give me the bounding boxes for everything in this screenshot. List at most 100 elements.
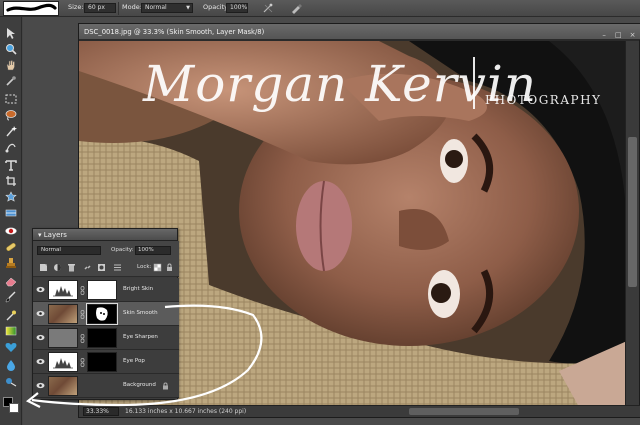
layer-name: Bright Skin xyxy=(123,286,154,292)
layer-mask-thumbnail[interactable] xyxy=(87,328,117,348)
eyedropper-tool[interactable] xyxy=(4,75,18,87)
eyedropper-icon xyxy=(6,76,16,86)
sponge-icon xyxy=(6,378,17,387)
more-options-icon[interactable] xyxy=(113,263,122,272)
layer-row[interactable]: Skin Smooth xyxy=(33,302,179,326)
layer-name: Skin Smooth xyxy=(123,310,158,316)
healing-brush-tool[interactable] xyxy=(4,241,18,253)
water-drop-icon xyxy=(7,360,15,371)
eye-visibility-icon[interactable] xyxy=(36,334,45,341)
zoom-level-field[interactable]: 33.33% xyxy=(83,407,119,416)
type-tool[interactable] xyxy=(4,159,18,171)
brush-icon xyxy=(5,291,16,303)
layer-thumbnail[interactable] xyxy=(48,304,78,324)
horizontal-scroll-thumb[interactable] xyxy=(409,408,519,415)
link-layers-icon[interactable] xyxy=(83,263,92,272)
red-eye-tool[interactable] xyxy=(4,225,18,237)
layer-mask-thumbnail[interactable] xyxy=(86,303,118,325)
layer-row[interactable]: Background xyxy=(33,374,179,398)
layer-row[interactable]: Bright Skin xyxy=(33,278,179,302)
eye-visibility-icon[interactable] xyxy=(36,310,45,317)
cookie-cutter-icon xyxy=(5,191,17,202)
mask-link-icon[interactable] xyxy=(80,358,85,367)
mask-link-icon[interactable] xyxy=(80,286,85,295)
move-arrow-icon xyxy=(7,28,15,39)
layers-panel-title: Layers xyxy=(43,231,67,239)
smart-brush-tool[interactable] xyxy=(4,309,18,321)
lock-all-icon[interactable] xyxy=(165,263,174,272)
eye-visibility-icon[interactable] xyxy=(36,286,45,293)
photoshop-elements-window: Size: 60 px Mode: Normal ▼ Opacity: 100% xyxy=(0,0,640,425)
airbrush-icon[interactable] xyxy=(262,2,274,14)
gradient-tool[interactable] xyxy=(4,325,18,337)
layer-thumbnail[interactable] xyxy=(48,328,78,348)
crop-tool[interactable] xyxy=(4,175,18,187)
layers-panel-header[interactable]: ▾ Layers xyxy=(33,229,177,241)
blend-mode-dropdown[interactable]: Normal xyxy=(37,246,101,255)
brush-tool[interactable] xyxy=(4,291,18,303)
document-title-bar[interactable]: DSC_0018.jpg @ 33.3% (Skin Smooth, Layer… xyxy=(79,24,640,40)
layer-row[interactable]: Eye Sharpen xyxy=(33,326,179,350)
magic-wand-icon xyxy=(6,126,17,137)
minimize-icon[interactable]: – xyxy=(600,31,609,40)
vertical-scroll-thumb[interactable] xyxy=(628,137,637,287)
toolbox xyxy=(0,17,22,425)
lasso-icon xyxy=(5,110,17,121)
mask-link-icon[interactable] xyxy=(80,334,85,343)
size-input[interactable]: 60 px xyxy=(84,3,116,13)
hand-tool[interactable] xyxy=(4,59,18,71)
straighten-tool[interactable] xyxy=(4,207,18,219)
close-icon[interactable]: × xyxy=(628,31,637,40)
lasso-tool[interactable] xyxy=(4,109,18,121)
opacity-input[interactable]: 100% xyxy=(226,3,248,13)
new-layer-icon[interactable] xyxy=(39,263,48,272)
levels-histogram-icon xyxy=(53,286,73,297)
blur-tool[interactable] xyxy=(4,359,18,371)
move-tool[interactable] xyxy=(4,27,18,39)
layer-name: Eye Sharpen xyxy=(123,334,158,340)
layer-mask-thumbnail[interactable] xyxy=(87,352,117,372)
add-mask-icon[interactable] xyxy=(97,263,106,272)
lock-label: Lock: xyxy=(137,264,152,270)
layers-panel: ▾ Layers Normal Opacity: 100% Lock: Brig… xyxy=(32,228,179,400)
background-color-swatch[interactable] xyxy=(9,403,19,413)
magnifier-icon xyxy=(6,44,17,55)
layer-name: Eye Pop xyxy=(123,358,145,364)
layer-thumbnail[interactable] xyxy=(48,352,78,372)
vertical-scrollbar[interactable] xyxy=(625,41,639,407)
trash-icon[interactable] xyxy=(67,263,76,272)
sponge-tool[interactable] xyxy=(4,375,18,387)
size-label: Size: xyxy=(68,3,84,11)
document-status-bar: 33.33% 16.133 inches x 10.667 inches (24… xyxy=(79,405,640,417)
zoom-tool[interactable] xyxy=(4,43,18,55)
maximize-icon[interactable]: □ xyxy=(614,31,623,40)
selection-brush-icon xyxy=(5,143,16,153)
adjustment-layer-icon[interactable] xyxy=(53,263,62,272)
magic-wand-tool[interactable] xyxy=(4,125,18,137)
tablet-options-icon[interactable] xyxy=(290,2,302,14)
smart-brush-icon xyxy=(6,310,16,321)
layers-options-bar: Normal Opacity: 100% Lock: xyxy=(33,241,179,277)
red-eye-icon xyxy=(5,227,17,235)
document-title: DSC_0018.jpg @ 33.3% (Skin Smooth, Layer… xyxy=(84,28,265,36)
clone-stamp-tool[interactable] xyxy=(4,257,18,269)
layer-thumbnail[interactable] xyxy=(48,376,78,396)
layer-row[interactable]: Eye Pop xyxy=(33,350,179,374)
selection-brush-tool[interactable] xyxy=(4,141,18,153)
mode-value: Normal xyxy=(145,4,167,11)
mask-link-icon[interactable] xyxy=(80,310,85,319)
face-mask-shape-icon xyxy=(96,307,108,321)
eye-visibility-icon[interactable] xyxy=(36,382,45,389)
lock-transparent-icon[interactable] xyxy=(153,263,162,272)
layer-mask-thumbnail[interactable] xyxy=(87,280,117,300)
eye-visibility-icon[interactable] xyxy=(36,358,45,365)
mode-dropdown[interactable]: Normal ▼ xyxy=(141,3,193,13)
cookie-cutter-tool[interactable] xyxy=(4,191,18,203)
levels-histogram-icon xyxy=(53,358,73,369)
layer-thumbnail[interactable] xyxy=(48,280,78,300)
layer-opacity-input[interactable]: 100% xyxy=(135,246,171,255)
marquee-tool[interactable] xyxy=(4,93,18,105)
brush-preset-picker[interactable] xyxy=(3,1,59,16)
eraser-tool[interactable] xyxy=(4,275,18,287)
shape-tool[interactable] xyxy=(4,341,18,353)
